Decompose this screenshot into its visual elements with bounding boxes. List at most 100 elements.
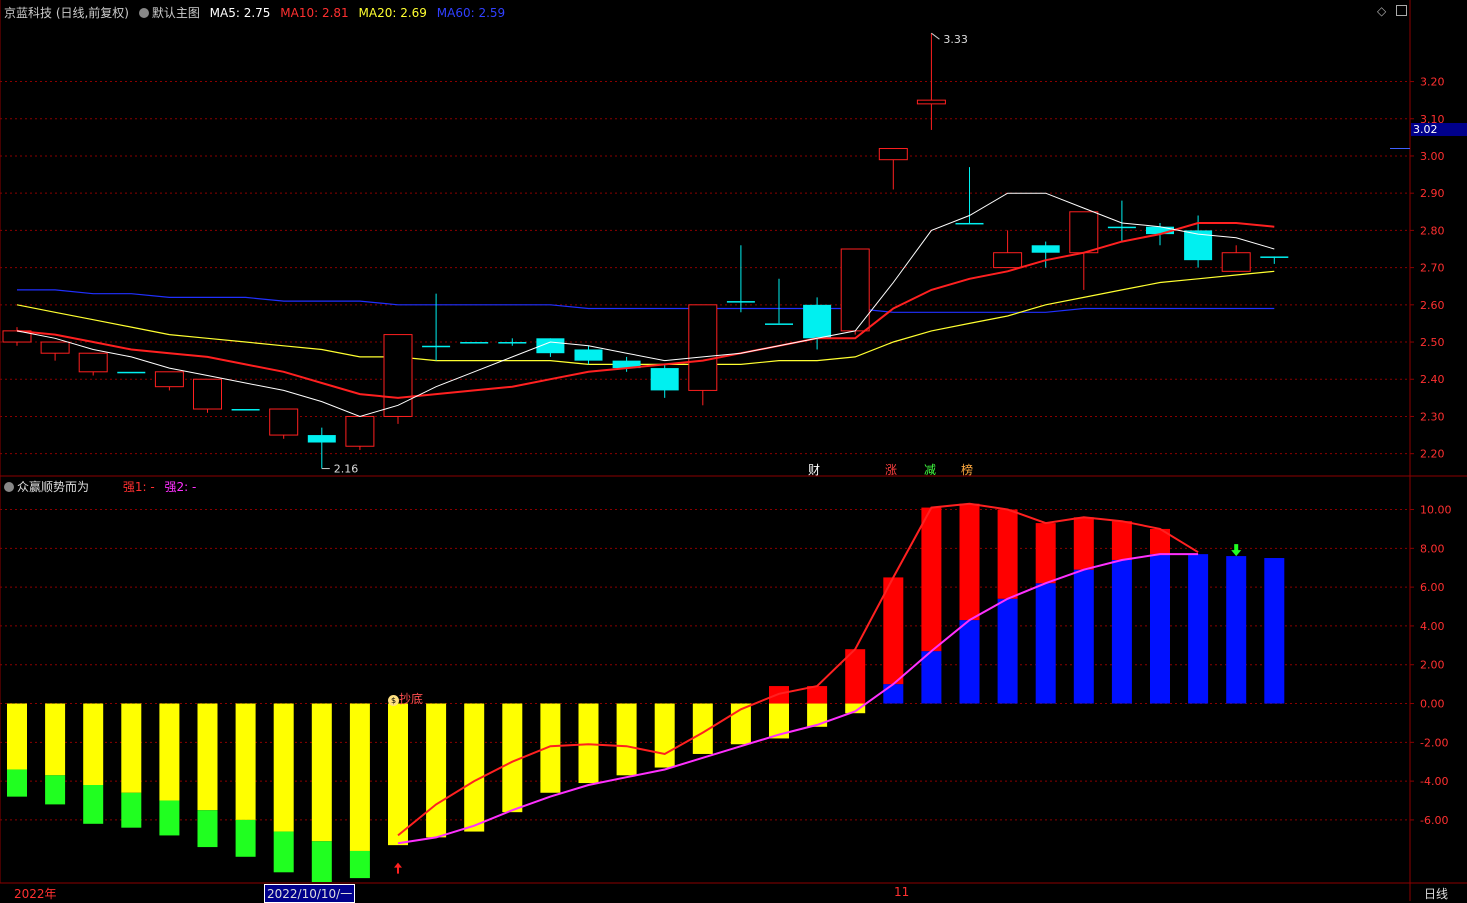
candle-body <box>40 341 70 354</box>
candle <box>193 378 222 413</box>
main-tick-label: 2.50 <box>1420 336 1445 349</box>
diamond-icon[interactable]: ◇ <box>1377 4 1386 18</box>
green-bar <box>235 819 256 857</box>
high-pointer <box>931 32 940 40</box>
green-bar <box>273 831 294 873</box>
ma20-line <box>16 270 1275 365</box>
green-bar <box>7 769 27 797</box>
candle-body <box>231 409 260 411</box>
candle-body <box>1069 211 1099 254</box>
candle-body <box>269 408 299 436</box>
red-bar <box>1073 517 1094 570</box>
candle <box>307 427 336 469</box>
candle <box>688 304 718 406</box>
buy-arrow-icon <box>394 862 402 874</box>
candle <box>40 341 70 361</box>
ma5-label: MA5: 2.75 <box>209 6 271 20</box>
red-bar <box>959 503 980 621</box>
candle-body <box>993 252 1023 269</box>
red-bar <box>1035 523 1056 584</box>
candle <box>993 230 1023 269</box>
yellow-bar <box>654 703 675 768</box>
green-bar <box>121 792 142 828</box>
main-tick-label: 2.80 <box>1420 224 1445 237</box>
yellow-bar <box>388 703 408 846</box>
main-tick-label: 2.90 <box>1420 187 1445 200</box>
money-bag-icon: $ <box>388 695 399 706</box>
blue-bar <box>1188 554 1209 704</box>
main-tick-label: 3.00 <box>1420 150 1445 163</box>
marker-cai[interactable]: 财 <box>808 461 820 478</box>
green-bar <box>311 841 332 882</box>
candle <box>498 338 527 346</box>
indicator-header: 众赢顺势而为 强1: - 强2: - <box>4 478 202 495</box>
green-bar <box>349 850 370 879</box>
red-bar <box>807 686 828 704</box>
candle <box>231 409 260 411</box>
yellow-bar <box>235 703 256 820</box>
candle <box>269 408 299 439</box>
candle <box>117 371 146 374</box>
main-tick-label: 2.30 <box>1420 410 1445 423</box>
candle <box>726 245 755 313</box>
yellow-bar <box>616 703 637 776</box>
candle-body <box>422 345 451 348</box>
period-button[interactable]: 日线 <box>1424 885 1448 902</box>
candle <box>78 352 108 376</box>
candle <box>383 334 413 424</box>
candle-body <box>307 435 336 443</box>
yellow-bar <box>426 703 447 838</box>
panel-toggle-icon[interactable] <box>1396 5 1408 16</box>
chaodi-marker: $ 抄底 <box>388 690 423 707</box>
ma10-label: MA10: 2.81 <box>280 6 349 20</box>
indicator-tick-label: 4.00 <box>1420 620 1445 633</box>
stock-chart[interactable]: 3.203.103.002.902.802.702.602.502.402.30… <box>0 0 1467 901</box>
marker-jian[interactable]: 减 <box>924 461 936 478</box>
ma20-label: MA20: 2.69 <box>358 6 427 20</box>
candle <box>878 148 908 190</box>
marker-bang[interactable]: 榜 <box>961 461 973 478</box>
indicator-tick-label: 0.00 <box>1420 698 1445 711</box>
window-controls: ◇ <box>1377 4 1413 18</box>
candle-body <box>154 371 184 388</box>
marker-zhang[interactable]: 涨 <box>885 461 897 478</box>
ma60-label: MA60: 2.59 <box>436 6 506 20</box>
indicator-tick-label: -6.00 <box>1420 814 1448 827</box>
blue-bar <box>1035 583 1056 704</box>
yellow-bar <box>121 703 142 793</box>
blue-bar <box>1264 558 1285 704</box>
main-tick-label: 2.60 <box>1420 299 1445 312</box>
candle-body <box>345 415 375 447</box>
current-price-label: 3.02 <box>1411 123 1467 136</box>
template-selector[interactable]: 默认主图 <box>138 6 200 20</box>
indicator-selector[interactable]: 众赢顺势而为 <box>4 480 89 494</box>
yellow-bar <box>349 703 370 851</box>
candle-body <box>1031 245 1060 253</box>
yellow-bar <box>7 703 27 770</box>
yellow-bar <box>197 703 218 811</box>
candle <box>765 278 793 325</box>
chevron-down-icon <box>4 482 14 492</box>
chaodi-label: 抄底 <box>399 692 424 706</box>
candle <box>345 415 375 450</box>
candle-body <box>916 99 946 105</box>
green-bar <box>83 785 104 824</box>
candle-body <box>803 304 832 339</box>
blue-bar <box>921 651 942 704</box>
indicator-tick-label: 6.00 <box>1420 581 1445 594</box>
candle-body <box>955 222 984 225</box>
main-header: 京蓝科技 (日线,前复权) 默认主图 MA5: 2.75 MA10: 2.81 … <box>4 4 511 21</box>
yellow-bar <box>159 703 180 801</box>
candle <box>460 342 489 344</box>
chevron-down-icon <box>138 8 149 18</box>
stock-title[interactable]: 京蓝科技 (日线,前复权) <box>4 6 129 20</box>
candle <box>1260 256 1289 264</box>
strength1-label: 强1: - <box>122 480 155 494</box>
candle <box>154 371 184 391</box>
indicator-tick-label: -4.00 <box>1420 775 1448 788</box>
candle-body <box>193 378 222 410</box>
yellow-bar <box>464 703 485 832</box>
cursor-date-label: 2022/10/10/一 <box>264 884 356 903</box>
candle <box>2 327 32 346</box>
candle <box>1221 245 1251 272</box>
